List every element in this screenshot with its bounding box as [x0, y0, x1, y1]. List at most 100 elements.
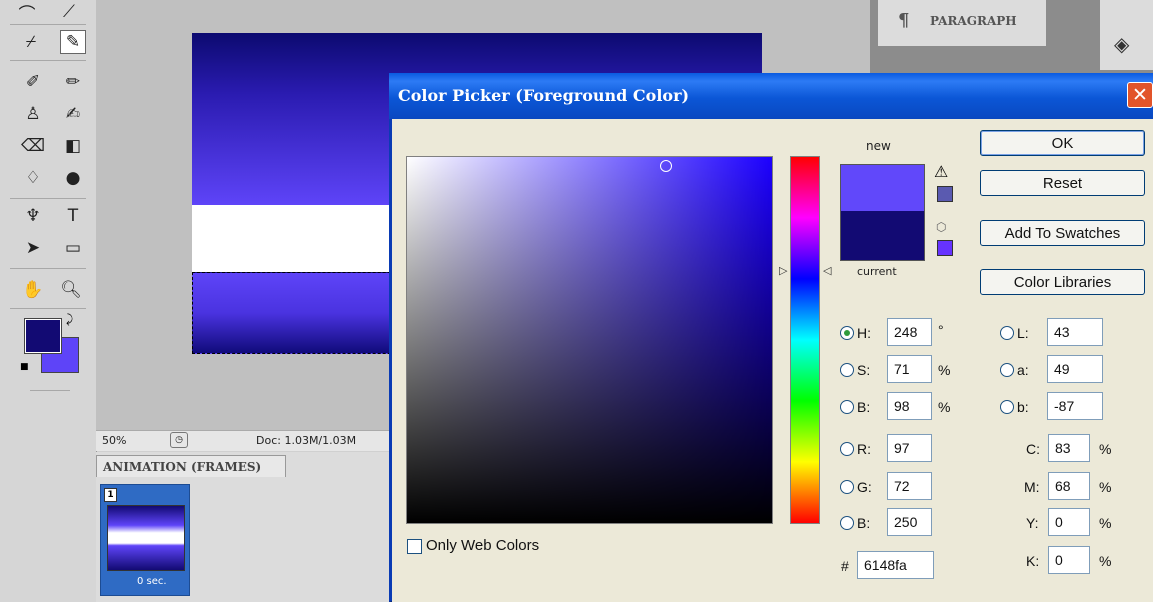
b-radio[interactable] [840, 400, 854, 414]
saturation-brightness-field[interactable] [406, 156, 773, 524]
c-field[interactable]: 83 [1048, 434, 1090, 462]
color-marker-icon[interactable] [660, 160, 672, 172]
color-libraries-button[interactable]: Color Libraries [980, 269, 1145, 295]
s-field[interactable]: 71 [887, 355, 932, 383]
frame-number: 1 [104, 488, 117, 502]
animation-tab[interactable]: ANIMATION (FRAMES) [96, 455, 286, 477]
animation-frame[interactable]: 1 0 sec. [100, 484, 190, 596]
eraser-tool-icon[interactable]: ⌫ [20, 134, 46, 158]
layers-panel-button[interactable]: ◈ [1100, 0, 1153, 70]
k-unit: % [1099, 553, 1112, 569]
r-field[interactable]: 97 [887, 434, 932, 462]
toolbox-divider [10, 308, 86, 309]
m-field[interactable]: 68 [1048, 472, 1090, 500]
reset-button[interactable]: Reset [980, 170, 1145, 196]
b-field[interactable]: 98 [887, 392, 932, 420]
blue-label: B: [857, 515, 871, 531]
b-label: B: [857, 399, 871, 415]
lab-b-field[interactable]: -87 [1047, 392, 1103, 420]
g-field[interactable]: 72 [887, 472, 932, 500]
crop-tool-icon[interactable]: ⌿ [18, 30, 44, 54]
h-radio[interactable] [840, 326, 854, 340]
new-color-swatch [840, 164, 925, 211]
close-icon[interactable]: ✕ [1127, 82, 1153, 108]
l-field[interactable]: 43 [1047, 318, 1103, 346]
gradient-tool-icon[interactable]: ◧ [60, 134, 86, 158]
foreground-color-swatch[interactable] [24, 318, 62, 354]
type-tool-icon[interactable]: T [60, 204, 86, 228]
doc-size: Doc: 1.03M/1.03M [256, 434, 357, 447]
m-unit: % [1099, 479, 1112, 495]
l-label: L: [1017, 325, 1029, 341]
only-web-colors-checkbox[interactable] [407, 539, 422, 554]
paragraph-panel-tab[interactable]: ¶ PARAGRAPH [878, 0, 1046, 46]
web-safe-cube-icon[interactable]: ⬡ [936, 220, 946, 234]
a-radio[interactable] [1000, 363, 1014, 377]
toolbox-divider [10, 24, 86, 25]
paragraph-label: PARAGRAPH [930, 14, 1017, 28]
paragraph-icon: ¶ [898, 10, 910, 31]
current-color-swatch[interactable] [840, 211, 925, 261]
b-unit: % [938, 399, 951, 415]
history-brush-icon[interactable]: ✍ [60, 102, 86, 126]
frame-delay[interactable]: 0 sec. [137, 576, 167, 587]
h-label: H: [857, 325, 871, 341]
toolbox: ⌒ ⟋ ⌿ ✎ ✐ ✏ ♙ ✍ ⌫ ◧ ♢ ● ♆ T ➤ ▭ ✋ 🔍︎ ⤸ ■ [0, 0, 97, 602]
s-label: S: [857, 362, 871, 378]
y-field[interactable]: 0 [1048, 508, 1090, 536]
ok-button[interactable]: OK [980, 130, 1145, 156]
y-label: Y: [1026, 515, 1039, 531]
blue-field[interactable]: 250 [887, 508, 932, 536]
zoom-level[interactable]: 50% [102, 434, 126, 447]
hex-label: # [841, 558, 849, 574]
r-label: R: [857, 441, 871, 457]
path-selection-icon[interactable]: ➤ [20, 236, 46, 260]
toolbox-divider [10, 268, 86, 269]
lab-b-radio[interactable] [1000, 400, 1014, 414]
hex-field[interactable]: 6148fa [857, 551, 934, 579]
gamut-warning-icon[interactable]: ⚠ [934, 162, 948, 181]
h-field[interactable]: 248 [887, 318, 932, 346]
zoom-tool-icon[interactable]: 🔍︎ [58, 278, 84, 302]
hand-tool-icon[interactable]: ✋ [20, 278, 46, 302]
status-arrow-icon[interactable]: ◷ [170, 432, 188, 448]
default-colors-icon[interactable]: ■ [20, 362, 29, 372]
hue-slider[interactable] [790, 156, 820, 524]
a-field[interactable]: 49 [1047, 355, 1103, 383]
magic-wand-icon[interactable]: ⟋ [56, 0, 82, 24]
clone-stamp-icon[interactable]: ♙ [20, 102, 46, 126]
add-to-swatches-button[interactable]: Add To Swatches [980, 220, 1145, 246]
pen-tool-icon[interactable]: ♆ [20, 204, 46, 228]
s-radio[interactable] [840, 363, 854, 377]
dodge-tool-icon[interactable]: ● [60, 166, 86, 190]
h-unit: ° [938, 322, 944, 338]
rectangle-tool-icon[interactable]: ▭ [60, 236, 86, 260]
blur-tool-icon[interactable]: ♢ [20, 166, 46, 190]
g-radio[interactable] [840, 480, 854, 494]
lab-b-label: b: [1017, 399, 1029, 415]
a-label: a: [1017, 362, 1029, 378]
web-safe-color-swatch[interactable] [937, 240, 953, 256]
healing-brush-icon[interactable]: ✐ [20, 70, 46, 94]
only-web-colors-label: Only Web Colors [426, 537, 540, 554]
lasso-tool-icon[interactable]: ⌒ [14, 0, 40, 25]
status-bar: 50% ◷ Doc: 1.03M/1.03M [96, 430, 396, 451]
layers-icon: ◈ [1114, 32, 1130, 56]
brush-tool-icon[interactable]: ✏ [60, 70, 86, 94]
blue-radio[interactable] [840, 516, 854, 530]
r-radio[interactable] [840, 442, 854, 456]
c-label: C: [1026, 441, 1040, 457]
hue-arrow-left-icon[interactable]: ▷ [779, 264, 787, 277]
g-label: G: [857, 479, 872, 495]
k-field[interactable]: 0 [1048, 546, 1090, 574]
current-label: current [857, 265, 897, 278]
l-radio[interactable] [1000, 326, 1014, 340]
toolbox-divider [30, 390, 70, 391]
toolbox-divider [10, 198, 86, 199]
eyedropper-tool-icon[interactable]: ✎ [60, 30, 86, 54]
s-unit: % [938, 362, 951, 378]
gamut-color-swatch[interactable] [937, 186, 953, 202]
m-label: M: [1024, 479, 1040, 495]
hue-arrow-right-icon[interactable]: ◁ [823, 264, 831, 277]
swap-colors-icon[interactable]: ⤸ [66, 312, 73, 327]
